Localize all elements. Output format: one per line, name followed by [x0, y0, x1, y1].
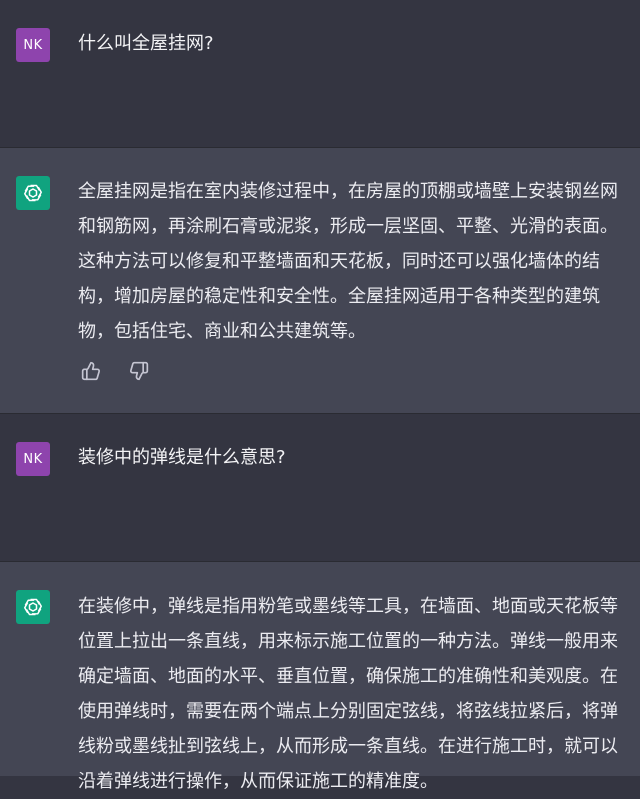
- assistant-message: 在装修中，弹线是指用粉笔或墨线等工具，在墙面、地面或天花板等位置上拉出一条直线，…: [0, 562, 640, 792]
- user-message-text: 什么叫全屋挂网?: [78, 33, 214, 54]
- feedback-buttons: [80, 360, 150, 382]
- thumbs-down-icon[interactable]: [128, 360, 150, 382]
- user-avatar-initials: NK: [23, 451, 43, 467]
- assistant-message-text: 在装修中，弹线是指用粉笔或墨线等工具，在墙面、地面或天花板等位置上拉出一条直线，…: [78, 596, 618, 792]
- assistant-message-text: 全屋挂网是指在室内装修过程中，在房屋的顶棚或墙壁上安装钢丝网和钢筋网，再涂刷石膏…: [78, 181, 618, 342]
- thumbs-up-icon[interactable]: [80, 360, 102, 382]
- user-message: NK 装修中的弹线是什么意思?: [0, 414, 640, 562]
- openai-logo-icon: [16, 176, 50, 210]
- openai-logo-icon: [16, 590, 50, 624]
- user-message-text: 装修中的弹线是什么意思?: [78, 447, 286, 468]
- user-avatar: NK: [16, 442, 50, 476]
- user-message: NK 什么叫全屋挂网?: [0, 0, 640, 148]
- assistant-message: 全屋挂网是指在室内装修过程中，在房屋的顶棚或墙壁上安装钢丝网和钢筋网，再涂刷石膏…: [0, 148, 640, 414]
- user-avatar: NK: [16, 28, 50, 62]
- user-avatar-initials: NK: [23, 37, 43, 53]
